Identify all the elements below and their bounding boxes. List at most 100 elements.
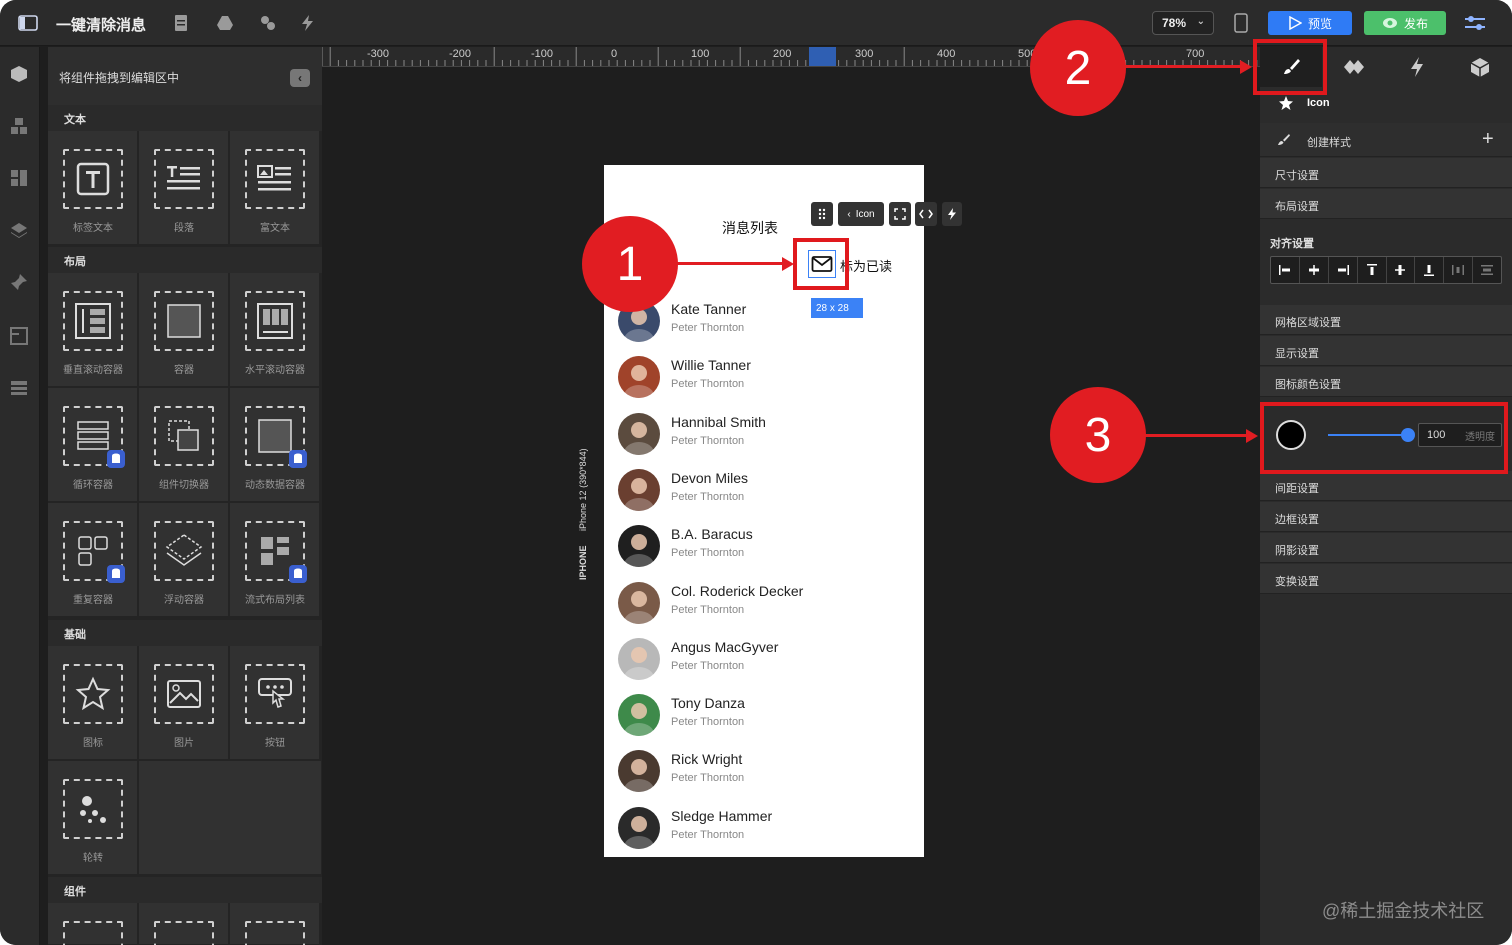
device-type: IPHONE [578,545,588,580]
distribute-v-icon[interactable] [1473,257,1501,283]
component-rich-text[interactable]: 富文本 [230,131,320,245]
spacing-settings-row[interactable]: 间距设置 [1260,471,1512,501]
color-swatch[interactable] [1276,420,1306,450]
preview-button[interactable]: 预览 [1268,11,1352,35]
list-item[interactable]: Hannibal Smith Peter Thornton [618,412,918,469]
component-more-2[interactable] [139,903,229,945]
event-lightning-icon[interactable] [942,202,962,226]
component-container[interactable]: 容器 [139,273,229,387]
toggle-sidebar-icon[interactable] [14,0,42,46]
drive-icon[interactable] [214,0,236,46]
component-more-3[interactable] [230,903,320,945]
component-button[interactable]: 按钮 [230,646,320,760]
select-parent-button[interactable]: ‹ Icon [838,202,884,226]
grid-area-settings-row[interactable]: 网格区域设置 [1260,305,1512,335]
component-icon[interactable]: 图标 [48,646,138,760]
list-item[interactable]: Rick Wright Peter Thornton [618,750,918,806]
component-label: 轮转 [83,853,103,864]
component-more-1[interactable] [48,903,138,945]
component-dynamic[interactable]: 动态数据容器 [230,388,320,502]
component-panel-hint: 将组件拖拽到编辑区中 [59,71,180,85]
align-bottom-icon[interactable] [1415,257,1445,283]
avatar [618,694,660,737]
carousel-icon [63,779,123,839]
component-float[interactable]: 浮动容器 [139,503,229,617]
publish-label: 发布 [1403,16,1428,31]
list-item[interactable]: Tony Danza Peter Thornton [618,694,918,750]
display-settings-row[interactable]: 显示设置 [1260,336,1512,366]
blocks-icon[interactable] [8,115,30,137]
component-image[interactable]: 图片 [139,646,229,760]
drag-handle[interactable] [811,202,833,226]
database-icon [107,565,125,583]
create-style-row[interactable]: 创建样式 + [1260,123,1512,157]
shadow-settings-row[interactable]: 阴影设置 [1260,533,1512,563]
list-item[interactable]: Kate Tanner Peter Thornton [618,300,918,356]
list-item[interactable]: Col. Roderick Decker Peter Thornton [618,581,918,638]
list-item[interactable]: Angus MacGyver Peter Thornton [618,637,918,694]
document-icon[interactable] [170,0,192,46]
component-paragraph[interactable]: 段落 [139,131,229,245]
align-center-h-icon[interactable] [1300,257,1329,283]
component-label: 段落 [174,223,194,234]
star-icon [1278,95,1294,116]
layout-settings-row[interactable]: 布局设置 [1260,189,1512,219]
list-item[interactable]: Willie Tanner Peter Thornton [618,356,918,412]
ruler-label: -300 [367,48,390,60]
list-item[interactable]: B.A. Baracus Peter Thornton [618,525,918,581]
component-label: 标签文本 [73,223,113,234]
settings-sliders-icon[interactable] [1460,0,1490,46]
component-repeat[interactable]: 重复容器 [48,503,138,617]
publish-button[interactable]: 发布 [1364,11,1446,35]
plus-icon[interactable]: + [1482,128,1494,151]
align-top-icon[interactable] [1358,257,1387,283]
device-phone-icon[interactable] [1230,0,1252,46]
component-label-text[interactable]: 标签文本 [48,131,138,245]
tab-component[interactable] [1323,47,1385,87]
ruler-label: -200 [449,48,472,60]
database-icon [289,565,307,583]
list-item[interactable]: Sledge Hammer Peter Thornton [618,806,918,863]
component-label: 循环容器 [73,480,113,491]
distribute-h-icon[interactable] [1444,257,1474,283]
components-cube-icon[interactable] [8,63,30,85]
size-tag: 28 x 28 [811,298,863,318]
align-right-icon[interactable] [1329,257,1358,283]
border-settings-row[interactable]: 边框设置 [1260,502,1512,532]
timer-icon [154,921,214,945]
transform-settings-row[interactable]: 变换设置 [1260,564,1512,594]
list-item[interactable]: Devon Miles Peter Thornton [618,468,918,525]
callout-highlight-style-tab [1253,39,1327,95]
component-loop[interactable]: 循环容器 [48,388,138,502]
opacity-slider-handle[interactable] [1401,428,1415,442]
component-flow[interactable]: 流式布局列表 [230,503,320,617]
layers-icon[interactable] [8,219,30,241]
plugins-icon[interactable] [257,0,279,46]
lightning-icon[interactable] [297,0,319,46]
database-icon [289,450,307,468]
component-v-scroll[interactable]: 垂直滚动容器 [48,273,138,387]
component-switcher[interactable]: 组件切换器 [139,388,229,502]
component-carousel[interactable]: 轮转 [48,761,138,875]
component-panel-header: 将组件拖拽到编辑区中 ‹ [48,47,322,105]
expand-icon[interactable] [889,202,911,226]
component-h-scroll[interactable]: 水平滚动容器 [230,273,320,387]
contact-name: B.A. Baracus [671,526,753,543]
pages-icon[interactable] [8,325,30,347]
zoom-select[interactable]: 78% ⌄ [1152,11,1214,35]
icon-color-settings-row[interactable]: 图标颜色设置 [1260,367,1512,397]
display-settings-label: 显示设置 [1275,348,1319,360]
tab-events[interactable] [1386,47,1448,87]
align-left-icon[interactable] [1271,257,1300,283]
pin-icon[interactable] [8,271,30,293]
align-center-v-icon[interactable] [1387,257,1416,283]
code-icon[interactable] [915,202,937,226]
layout-grid-icon[interactable] [8,167,30,189]
table-icon[interactable] [8,377,30,399]
collapse-panel-button[interactable]: ‹ [290,69,310,87]
size-settings-row[interactable]: 尺寸设置 [1260,158,1512,188]
database-icon [107,450,125,468]
opacity-slider-track[interactable] [1328,434,1408,436]
opacity-input[interactable]: 100 透明度 [1418,423,1502,447]
tab-data[interactable] [1449,47,1511,87]
